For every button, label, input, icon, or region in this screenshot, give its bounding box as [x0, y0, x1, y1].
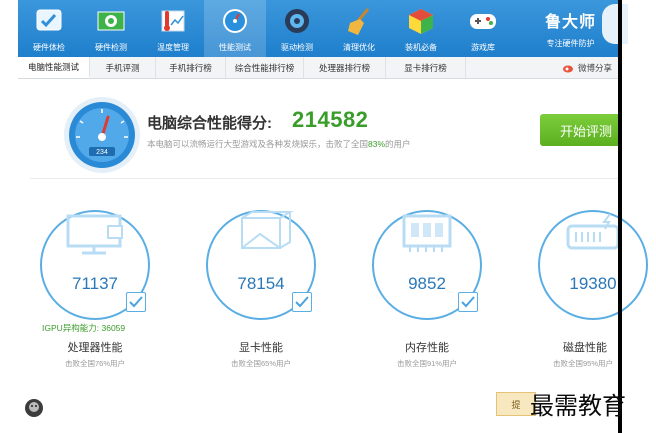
monitor-icon: [58, 210, 132, 258]
avatar[interactable]: [602, 4, 628, 44]
brand-name: 鲁大师: [544, 14, 596, 31]
tool-label: 硬件体检: [33, 43, 65, 52]
memory-score: 9852: [408, 274, 446, 293]
gpu-score: 78154: [237, 274, 285, 293]
weibo-icon: [562, 63, 574, 73]
tool-label: 硬件检测: [95, 43, 127, 52]
cpu-beat: 击败全国76%用户: [64, 359, 125, 368]
disk-beat: 击败全国95%用户: [553, 359, 614, 368]
score-gauge: 234: [62, 95, 142, 175]
memory-card[interactable]: 9852: [372, 210, 482, 320]
tab-phone-review[interactable]: 手机评测: [90, 57, 156, 78]
memory-checkbox[interactable]: [458, 292, 478, 312]
tool-label: 性能测试: [219, 43, 251, 52]
cpu-checkbox[interactable]: [126, 292, 146, 312]
cpu-score: 71137: [71, 274, 118, 293]
broom-icon: [343, 6, 375, 36]
memory-name: 内存性能: [405, 342, 449, 354]
tool-driver[interactable]: 驱动检测: [266, 0, 328, 57]
gpu-name: 显卡性能: [239, 342, 283, 354]
tool-label: 温度管理: [157, 43, 189, 52]
tab-bar: 电脑性能测试 手机评测 手机排行榜 综合性能排行榜 处理器排行榜 显卡排行榜 微…: [18, 57, 618, 79]
gpu-beat: 击败全国65%用户: [230, 359, 291, 368]
tool-label: 装机必备: [405, 43, 437, 52]
share-label: 微博分享: [577, 63, 612, 73]
tool-label: 驱动检测: [281, 43, 313, 52]
weibo-share-button[interactable]: 微博分享: [562, 57, 612, 79]
tool-label: 游戏库: [471, 43, 495, 52]
tool-essentials[interactable]: 装机必备: [390, 0, 452, 57]
package-icon: [405, 6, 437, 36]
subtitle-percent: 83%: [368, 139, 386, 149]
cpu-card[interactable]: 71137: [40, 210, 150, 320]
divider: [30, 178, 618, 179]
gpu-card[interactable]: 78154: [206, 210, 316, 320]
tab-cpu-ranking[interactable]: 处理器排行榜: [304, 57, 386, 78]
brand: 鲁大师 专注硬件防护: [545, 8, 596, 49]
mascot-icon[interactable]: [24, 398, 44, 418]
subtitle-suffix: 的用户: [385, 139, 411, 149]
disk-card[interactable]: 19380: [538, 210, 648, 320]
brand-slogan: 专注硬件防护: [546, 39, 595, 48]
tool-temperature[interactable]: 温度管理: [142, 0, 204, 57]
window-edge: [618, 0, 622, 433]
check-icon: [461, 296, 475, 308]
score-title: 电脑综合性能得分:: [147, 115, 272, 132]
disk-score: 19380: [569, 274, 617, 293]
gauge-text: 234: [96, 149, 108, 156]
check-icon: [295, 296, 309, 308]
hardware-check-icon: [33, 6, 65, 36]
check-icon: [129, 296, 143, 308]
gauge-icon: [219, 6, 251, 36]
tool-cleanup[interactable]: 清理优化: [328, 0, 390, 57]
memory-chip-icon: [390, 210, 464, 258]
graphics-cube-icon: [224, 210, 298, 258]
tab-phone-ranking[interactable]: 手机排行榜: [156, 57, 226, 78]
memory-beat: 击败全国91%用户: [396, 359, 457, 368]
igpu-label: IGPU异构能力: 36059: [42, 323, 126, 333]
score-subtitle: 本电脑可以流畅运行大型游戏及各种发烧娱乐，击败了全国83%的用户: [147, 138, 411, 150]
tool-game-library[interactable]: 游戏库: [452, 0, 514, 57]
start-test-button[interactable]: 开始评测: [540, 114, 618, 146]
tab-pc-performance[interactable]: 电脑性能测试: [18, 57, 90, 78]
driver-icon: [281, 6, 313, 36]
disk-name: 磁盘性能: [563, 342, 607, 354]
gpu-checkbox[interactable]: [292, 292, 312, 312]
tab-overall-ranking[interactable]: 综合性能排行榜: [226, 57, 304, 78]
tab-gpu-ranking[interactable]: 显卡排行榜: [386, 57, 466, 78]
gamepad-icon: [467, 6, 499, 36]
score-value: 214582: [292, 107, 369, 132]
tool-label: 清理优化: [343, 43, 375, 52]
hardware-detect-icon: [95, 6, 127, 36]
cpu-name: 处理器性能: [67, 342, 123, 354]
promo-label: 提: [511, 399, 521, 410]
temperature-icon: [157, 6, 189, 36]
subtitle-text: 本电脑可以流畅运行大型游戏及各种发烧娱乐，击败了全国: [147, 139, 369, 149]
tool-hardware-detect[interactable]: 硬件检测: [80, 0, 142, 57]
tool-hardware-check[interactable]: 硬件体检: [18, 0, 80, 57]
watermark: 最需教育: [530, 392, 626, 420]
tool-performance-test[interactable]: 性能测试: [204, 0, 266, 57]
top-toolbar: 硬件体检 硬件检测 温度管理 性能测试 驱动检测 清理优化 装机必备 游戏库 鲁…: [18, 0, 628, 57]
